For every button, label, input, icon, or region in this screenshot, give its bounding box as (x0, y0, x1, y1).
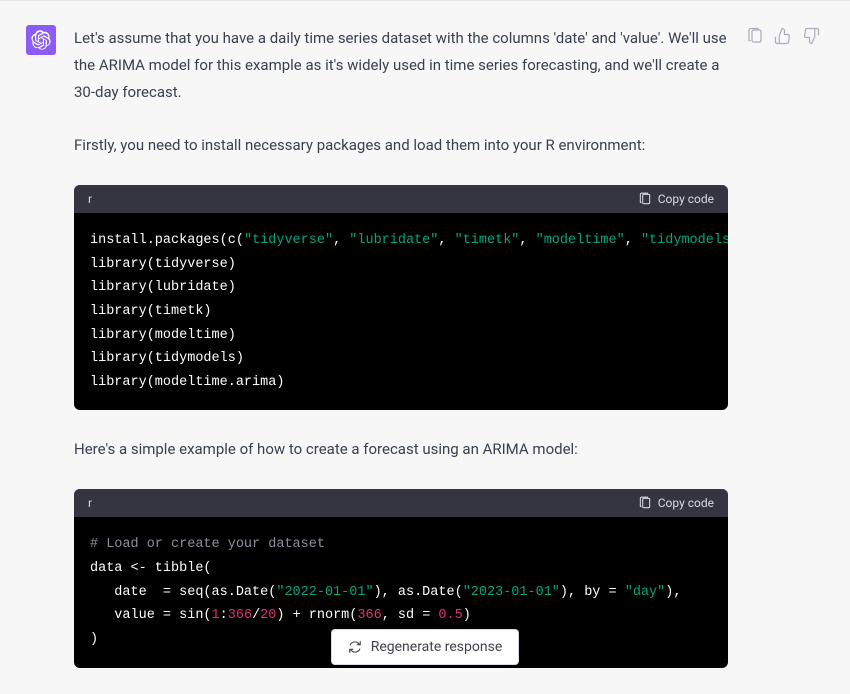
copy-code-label: Copy code (658, 192, 714, 206)
install-paragraph: Firstly, you need to install necessary p… (74, 132, 728, 159)
copy-code-button[interactable]: Copy code (638, 192, 714, 206)
code-body-1[interactable]: install.packages(c("tidyverse", "lubrida… (74, 213, 728, 410)
thumbs-down-icon (802, 27, 820, 45)
regenerate-button[interactable]: Regenerate response (331, 629, 520, 665)
message-content: Let's assume that you have a daily time … (74, 19, 728, 694)
copy-code-label: Copy code (658, 496, 714, 510)
code-block-1: r Copy code install.packages(c("tidyvers… (74, 185, 728, 410)
thumbs-up-icon (774, 27, 792, 45)
regenerate-label: Regenerate response (371, 639, 503, 655)
clipboard-icon (638, 496, 652, 510)
intro-paragraph: Let's assume that you have a daily time … (74, 25, 728, 106)
clipboard-icon (746, 27, 764, 45)
thumbs-down-button[interactable] (802, 27, 820, 45)
assistant-avatar (26, 25, 56, 55)
code-header: r Copy code (74, 489, 728, 517)
refresh-icon (348, 640, 362, 654)
code-header: r Copy code (74, 185, 728, 213)
code-language-label: r (88, 496, 92, 510)
message-actions (746, 19, 826, 694)
clipboard-icon (638, 192, 652, 206)
thumbs-up-button[interactable] (774, 27, 792, 45)
copy-code-button[interactable]: Copy code (638, 496, 714, 510)
code-language-label: r (88, 192, 92, 206)
example-paragraph: Here's a simple example of how to create… (74, 436, 728, 463)
copy-message-button[interactable] (746, 27, 764, 45)
assistant-message-row: Let's assume that you have a daily time … (0, 1, 850, 694)
openai-logo-icon (31, 30, 51, 50)
